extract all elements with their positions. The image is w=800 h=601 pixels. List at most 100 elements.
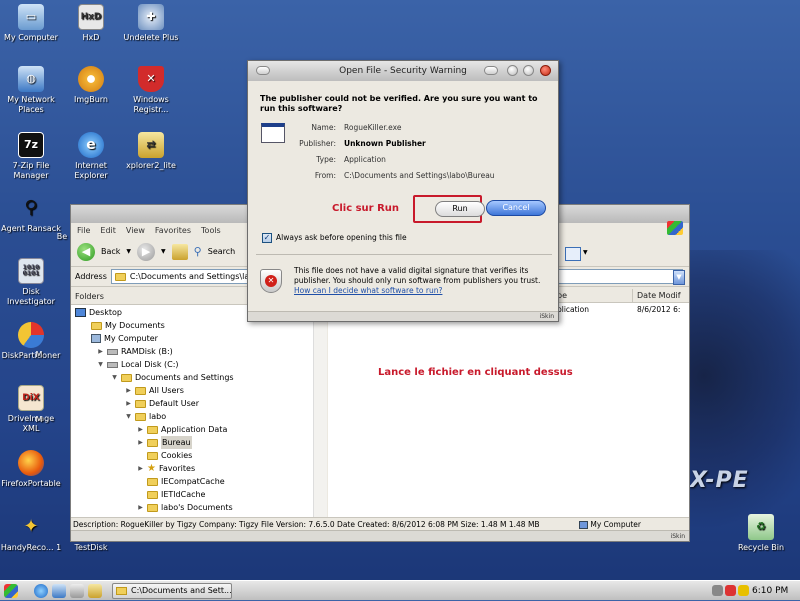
desktop-icon-undelete-plus[interactable]: ✚ Undelete Plus [120,4,182,43]
column-type[interactable]: pe [553,289,633,302]
tray-volume-icon[interactable] [738,585,749,596]
dialog-titlebar[interactable]: Open File - Security Warning [248,61,558,81]
chevron-down-icon[interactable]: ▼ [126,248,131,255]
tree-scrollbar[interactable] [313,305,327,517]
desktop-icon-xplorer2[interactable]: ⇄ xplorer2_lite [120,132,182,171]
desktop-icon-firefox[interactable]: FirefoxPortable [0,450,62,489]
tree-item-bureau[interactable]: ▶ Bureau [137,436,192,449]
undelete-icon: ✚ [138,4,164,30]
tree-item-labo[interactable]: ▼ labo [125,410,166,423]
desktop-icon-label: DriveImage XML [7,414,55,433]
explorer-icon[interactable] [88,584,102,598]
tree-item-ramdisk[interactable]: ▶ RAMDisk (B:) [97,345,173,358]
menu-favorites[interactable]: Favorites [155,226,191,235]
desktop-icon-testdisk[interactable]: TestDisk [60,543,122,555]
folder-icon [147,490,158,499]
tree-item-ietldcache[interactable]: IETldCache [147,488,205,501]
tree-item-desktop[interactable]: Desktop [75,306,122,319]
start-icon[interactable] [4,584,18,598]
close-icon[interactable] [540,65,551,76]
tray-network-icon[interactable] [712,585,723,596]
cancel-button[interactable]: Cancel [486,200,546,216]
desktop-icon-driveimage[interactable]: DiX DriveImage XML [0,385,62,434]
partial-label-m2: M [35,415,43,424]
desktop-icon-label: My Computer [4,33,58,42]
folder-icon [91,321,102,330]
minimize-icon[interactable] [507,65,518,76]
computer-icon [579,521,588,529]
menu-file[interactable]: File [77,226,90,235]
star-icon: ★ [147,463,156,474]
how-to-decide-link[interactable]: How can I decide what software to run? [294,286,442,295]
folder-icon [147,451,158,460]
expand-arrow-icon[interactable]: ▶ [137,501,144,514]
menu-view[interactable]: View [126,226,145,235]
desktop-icon-label: FirefoxPortable [1,479,61,488]
field-publisher-label: Publisher: [299,139,336,148]
desktop-icon-diskpartitioner[interactable]: DiskPartitioner [0,322,62,361]
menu-tools[interactable]: Tools [201,226,221,235]
search-icon[interactable]: ⚲ [194,245,202,258]
forward-arrow-icon[interactable]: ▶ [137,242,156,261]
chevron-down-icon[interactable]: ▼ [583,249,588,256]
expand-arrow-icon[interactable]: ▶ [137,462,144,475]
desktop-icon-hxd[interactable]: HxD HxD [60,4,122,43]
desktop-icon-7zip[interactable]: 7z 7-Zip File Manager [0,132,62,181]
desktop-icon-my-computer[interactable]: ▭ My Computer [0,4,62,43]
collapse-arrow-icon[interactable]: ▼ [111,371,118,384]
expand-arrow-icon[interactable]: ▶ [125,397,132,410]
desktop-icon-recycle-bin[interactable]: ♻ Recycle Bin [730,514,792,553]
desktop-icon-disk-investigator[interactable]: 1010 0101 Disk Investigator [0,258,62,307]
folders-pane: Folders Desktop My Documents My Computer… [71,289,327,517]
back-arrow-icon[interactable]: ◀ [77,242,95,261]
desktop-icon-network[interactable]: ◍ My Network Places [0,66,62,115]
chevron-down-icon[interactable]: ▼ [161,248,166,255]
desktop-icon-agent-ransack[interactable]: ⚲ Agent Ransack [0,195,62,234]
taskbar-explorer-button[interactable]: C:\Documents and Sett... [112,583,232,599]
desktop-icon-imgburn[interactable]: ImgBurn [60,66,122,105]
tree-item-my-documents[interactable]: My Documents [91,319,165,332]
ie-icon[interactable] [34,584,48,598]
collapse-arrow-icon[interactable]: ▼ [125,410,132,423]
always-ask-label[interactable]: Always ask before opening this file [276,233,407,242]
taskbar-clock[interactable]: 6:10 PM [752,581,788,601]
status-location-label: My Computer [590,520,641,529]
column-date[interactable]: Date Modif [633,289,689,302]
back-button[interactable]: Back [101,247,120,256]
folder-up-icon[interactable] [171,243,188,260]
desktop-icon-ie[interactable]: e Internet Explorer [60,132,122,181]
collapse-arrow-icon[interactable]: ▼ [97,358,104,371]
desktop-icon-handyrecovery[interactable]: ✦ HandyReco... 1 [0,514,62,553]
shade-icon[interactable] [484,66,498,75]
run-button[interactable]: Run [435,201,485,217]
views-icon[interactable] [565,247,581,261]
tree-item-favorites[interactable]: ▶ ★ Favorites [137,462,195,475]
field-publisher-value: Unknown Publisher [344,139,426,148]
desktop-icon-registry[interactable]: ✕ Windows Registr... [120,66,182,115]
security-warning-dialog: Open File - Security Warning The publish… [247,60,559,322]
quicklaunch-icon[interactable] [70,584,84,598]
always-ask-checkbox[interactable]: ✓ [262,233,272,243]
tree-item-labos-documents[interactable]: ▶ labo's Documents [137,501,232,514]
expand-arrow-icon[interactable]: ▶ [137,436,144,449]
tray-security-icon[interactable] [725,585,736,596]
tree-item-default-user[interactable]: ▶ Default User [125,397,199,410]
address-dropdown-icon[interactable]: ▼ [673,270,685,285]
show-desktop-icon[interactable] [52,584,66,598]
tree-item-local-disk[interactable]: ▼ Local Disk (C:) [97,358,178,371]
expand-arrow-icon[interactable]: ▶ [97,345,104,358]
window-menu-icon[interactable] [256,66,270,75]
expand-arrow-icon[interactable]: ▶ [125,384,132,397]
tree-item-iecompatcache[interactable]: IECompatCache [147,475,225,488]
search-button[interactable]: Search [208,247,235,256]
folder-icon [114,272,126,281]
tree-item-documents-and-settings[interactable]: ▼ Documents and Settings [111,371,233,384]
menu-edit[interactable]: Edit [100,226,116,235]
tree-item-all-users[interactable]: ▶ All Users [125,384,184,397]
tree-item-my-computer[interactable]: My Computer [91,332,158,345]
tree-item-cookies[interactable]: Cookies [147,449,192,462]
tree-item-application-data[interactable]: ▶ Application Data [137,423,227,436]
maximize-icon[interactable] [523,65,534,76]
partial-label-m1: M [35,350,43,359]
expand-arrow-icon[interactable]: ▶ [137,423,144,436]
